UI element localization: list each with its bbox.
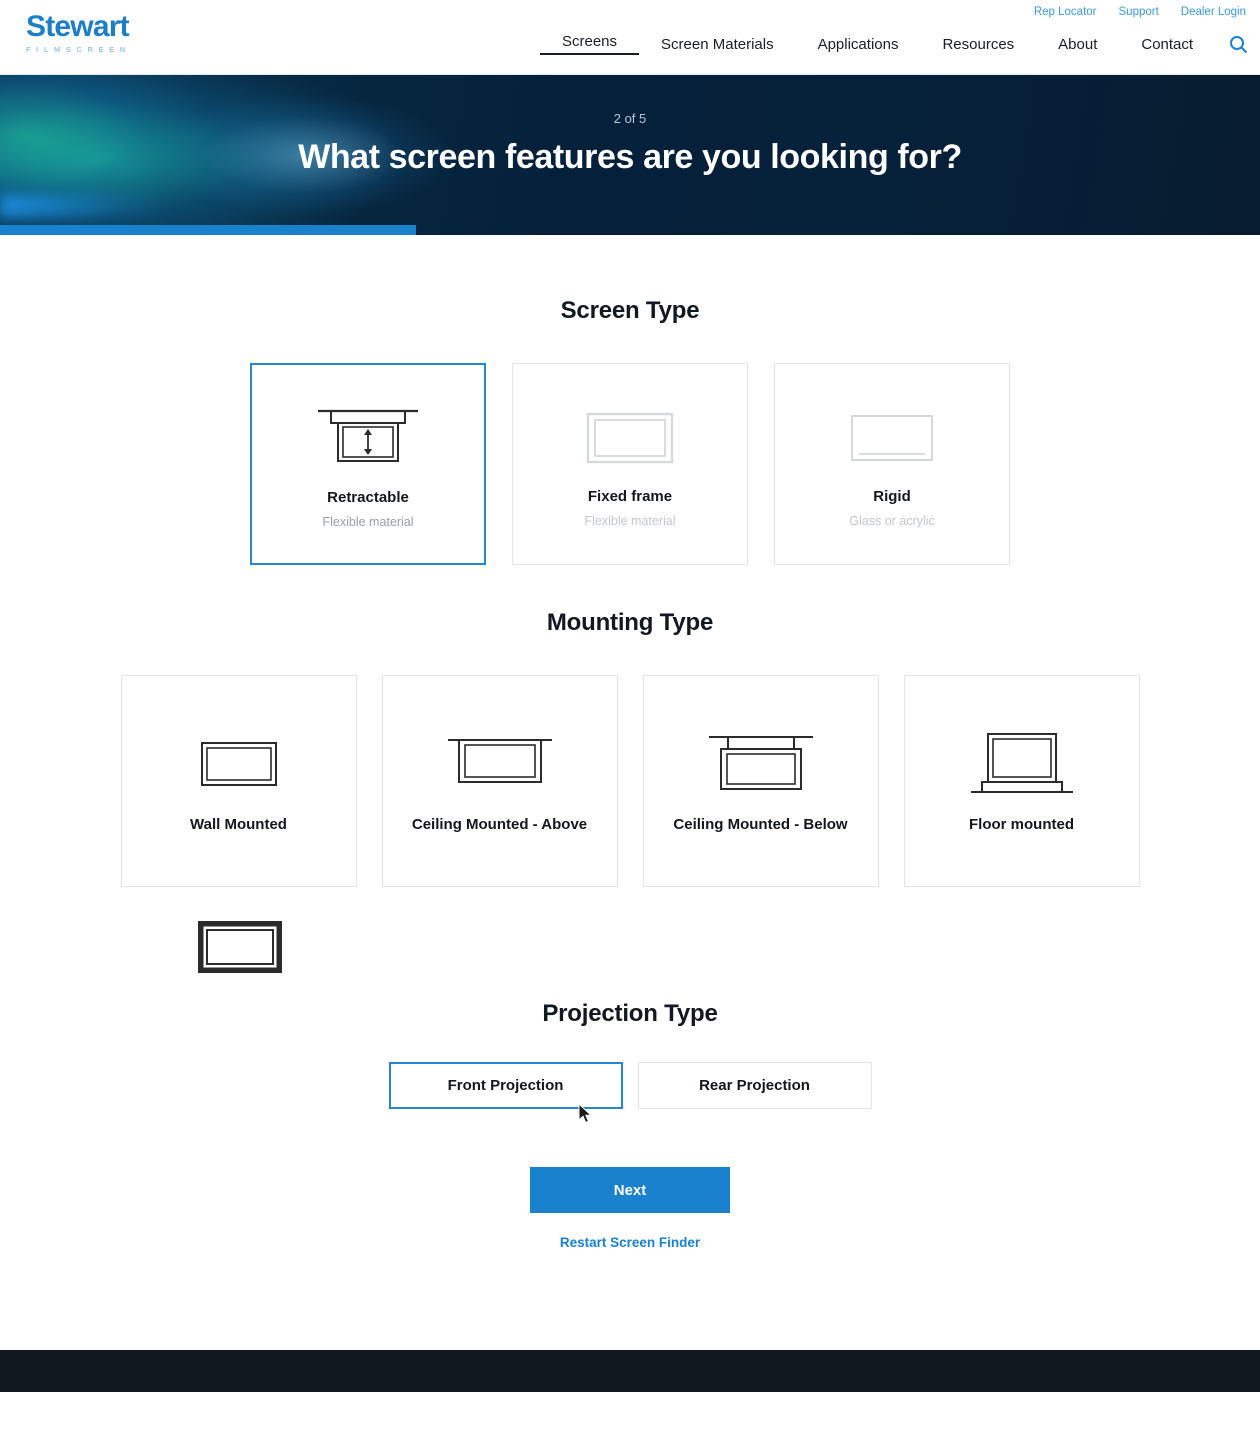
card-sublabel: Glass or acrylic [849,514,935,528]
card-label: Rigid [873,488,911,505]
nav-item-screen-materials[interactable]: Screen Materials [639,36,796,53]
screen-type-heading: Screen Type [560,297,700,324]
card-label: Retractable [327,489,409,506]
nav-item-contact[interactable]: Contact [1119,36,1215,53]
form-actions: Next Restart Screen Finder [0,1167,1260,1250]
mounting-card-ceiling-below[interactable]: Ceiling Mounted - Below [642,675,879,887]
main-nav: Screens Screen Materials Applications Re… [540,33,1248,55]
projection-type-options: Front Projection Rear Projection [0,1062,1260,1109]
site-header: Rep Locator Support Dealer Login Stewart… [0,0,1260,75]
restart-screen-finder-link[interactable]: Restart Screen Finder [0,1235,1260,1250]
card-label: Fixed frame [587,488,673,505]
card-label: Ceiling Mounted - Above [411,816,588,833]
floor-mounted-icon [968,716,1076,812]
main-content: Screen Type Retractable Flexible materia… [0,235,1260,1350]
rigid-screen-icon [847,396,937,480]
next-button[interactable]: Next [530,1167,730,1213]
projection-button-front[interactable]: Front Projection [388,1062,623,1109]
logo-wordmark: Stewart [26,10,130,43]
screen-type-card-retractable[interactable]: Retractable Flexible material [250,363,486,565]
screen-type-card-rigid[interactable]: Rigid Glass or acrylic [774,363,1010,565]
screen-type-card-fixed-frame[interactable]: Fixed frame Flexible material [512,363,748,565]
mounting-card-ceiling-above[interactable]: Ceiling Mounted - Above [381,675,618,887]
mounting-type-section: Mounting Type Wall Mounted Ceiling Mount… [0,609,1260,978]
utility-link-rep-locator[interactable]: Rep Locator [1034,6,1097,18]
hero-banner: 2 of 5 What screen features are you look… [0,75,1260,235]
screen-type-options: Retractable Flexible material Fixed fram… [0,363,1260,565]
ceiling-above-icon [445,716,555,812]
progress-bar-fill [0,225,416,235]
utility-nav: Rep Locator Support Dealer Login [1034,6,1246,18]
page-title: What screen features are you looking for… [298,138,962,176]
fixed-frame-screen-icon [585,396,675,480]
nav-item-screens[interactable]: Screens [540,33,640,55]
mounting-card-wall-mounted[interactable]: Wall Mounted [120,675,357,887]
search-icon[interactable] [1229,35,1248,54]
nav-item-applications[interactable]: Applications [796,36,921,53]
projection-type-section: Projection Type Front Projection Rear Pr… [0,1000,1260,1109]
framed-screen-icon [196,919,1260,978]
mounting-type-options: Wall Mounted Ceiling Mounted - Above Cei… [0,675,1260,887]
step-indicator: 2 of 5 [613,111,647,126]
projection-type-heading: Projection Type [542,1000,718,1027]
screen-finder-page: Rep Locator Support Dealer Login Stewart… [0,0,1260,1392]
utility-link-dealer-login[interactable]: Dealer Login [1181,6,1246,18]
nav-item-resources[interactable]: Resources [920,36,1036,53]
wall-mounted-icon [199,716,279,812]
mounting-card-floor-mounted[interactable]: Floor mounted [903,675,1140,887]
utility-link-support[interactable]: Support [1119,6,1159,18]
card-sublabel: Flexible material [584,514,676,528]
nav-item-about[interactable]: About [1036,36,1119,53]
progress-bar [0,225,1260,235]
retractable-screen-icon [316,397,420,481]
card-label: Floor mounted [969,816,1074,833]
card-sublabel: Flexible material [322,515,414,529]
logo-tagline: FILMSCREEN [26,45,131,54]
projection-button-rear[interactable]: Rear Projection [637,1062,872,1109]
mounting-type-heading: Mounting Type [546,609,714,636]
card-label: Wall Mounted [190,816,287,833]
site-footer [0,1350,1260,1392]
screen-type-section: Screen Type Retractable Flexible materia… [0,297,1260,565]
card-label: Ceiling Mounted - Below [673,816,848,833]
site-logo[interactable]: Stewart FILMSCREEN [26,10,186,55]
ceiling-below-icon [706,716,816,812]
